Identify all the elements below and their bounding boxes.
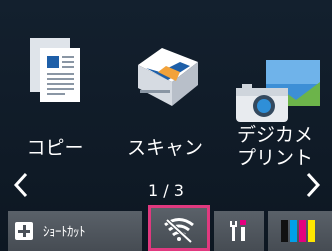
ink-yellow-cartridge xyxy=(308,220,315,242)
tools-icon xyxy=(230,220,246,241)
tools-button[interactable] xyxy=(214,211,264,251)
copy-icon xyxy=(0,10,110,130)
scan-icon xyxy=(110,10,220,130)
copy-label: コピー xyxy=(26,137,84,159)
previous-page-arrow[interactable] xyxy=(10,170,32,200)
wifi-button[interactable] xyxy=(148,205,210,251)
plus-icon xyxy=(15,222,33,240)
next-page-arrow[interactable] xyxy=(302,170,324,200)
ink-cyan-cartridge xyxy=(290,220,297,242)
ink-black-cartridge xyxy=(281,220,288,242)
photo-print-label: デジカメ プリント xyxy=(236,124,313,169)
ink-magenta-cartridge xyxy=(299,220,306,242)
page-indicator: 1 / 3 xyxy=(148,181,184,200)
shortcut-label: ｼｮｰﾄｶｯﾄ xyxy=(43,225,86,240)
home-screen: コピー スキャン デジカメ プリント 1 / 3 ｼｮｰﾄｶｯﾄ xyxy=(0,0,332,251)
photo-print-app-button[interactable]: デジカメ プリント xyxy=(220,0,330,182)
scan-app-button[interactable]: スキャン xyxy=(110,0,220,182)
scan-label: スキャン xyxy=(126,137,203,159)
photo-print-icon xyxy=(220,10,330,130)
ink-button[interactable] xyxy=(268,211,332,251)
chevron-left-icon xyxy=(13,172,28,198)
copy-app-button[interactable]: コピー xyxy=(0,0,110,182)
wifi-disabled-icon xyxy=(164,218,194,244)
bottom-toolbar: ｼｮｰﾄｶｯﾄ xyxy=(0,205,332,251)
chevron-right-icon xyxy=(306,172,321,198)
shortcut-button[interactable]: ｼｮｰﾄｶｯﾄ xyxy=(8,211,142,251)
